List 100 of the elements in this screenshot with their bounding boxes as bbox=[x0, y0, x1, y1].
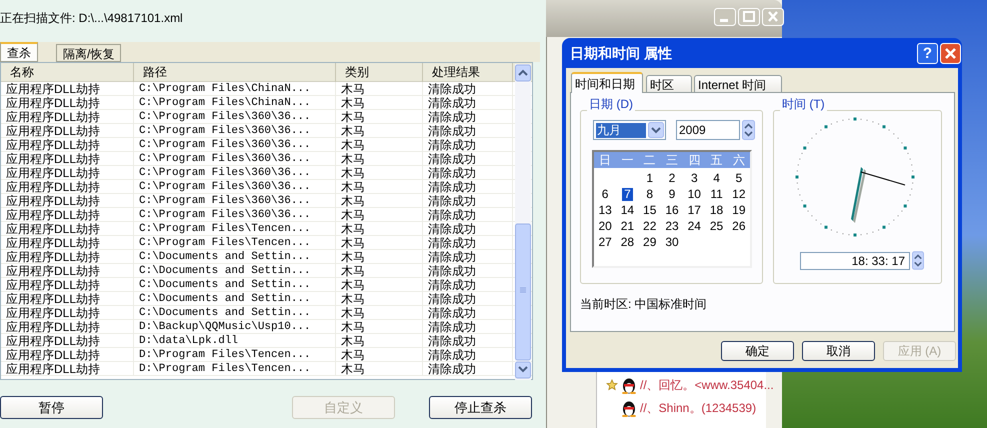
calendar-day[interactable]: 9 bbox=[666, 188, 678, 200]
calendar-day[interactable]: 28 bbox=[618, 236, 636, 248]
weekday-label: 二 bbox=[642, 152, 657, 168]
table-cell: D:\Backup\QQMusic\Usp10... bbox=[134, 320, 336, 334]
spinner-icon bbox=[742, 120, 755, 140]
tab[interactable]: Internet 时间 bbox=[694, 75, 782, 93]
table-cell: D:\Program Files\Tencen... bbox=[134, 348, 336, 362]
table-cell: 木马 bbox=[336, 208, 423, 222]
dialog-button[interactable]: 取消 bbox=[802, 341, 875, 361]
calendar-day[interactable]: 23 bbox=[663, 220, 681, 232]
table-cell: 清除成功 bbox=[423, 334, 513, 348]
calendar-day[interactable]: 10 bbox=[686, 188, 703, 200]
table-cell: 清除成功 bbox=[423, 348, 513, 362]
weekday-label: 一 bbox=[620, 152, 634, 168]
table-cell: 应用程序DLL劫持 bbox=[1, 348, 134, 362]
tab[interactable]: 查杀 bbox=[0, 42, 38, 62]
calendar-day[interactable]: 18 bbox=[708, 204, 726, 216]
time-field[interactable]: 18: 33: 17 bbox=[800, 252, 910, 270]
action-button[interactable]: 停止查杀 bbox=[429, 396, 532, 419]
tab[interactable]: 时区 bbox=[646, 75, 692, 93]
close-icon[interactable] bbox=[762, 8, 784, 26]
minimize-icon[interactable] bbox=[714, 8, 736, 26]
table-cell: 木马 bbox=[336, 348, 423, 362]
year-field[interactable]: 2009 bbox=[676, 120, 740, 140]
table-cell: 木马 bbox=[336, 194, 423, 208]
table-cell: 木马 bbox=[336, 166, 423, 180]
table-cell: C:\Documents and Settin... bbox=[134, 306, 336, 320]
calendar-day[interactable]: 24 bbox=[686, 220, 703, 232]
help-button[interactable]: ? bbox=[917, 43, 938, 64]
table-cell: 木马 bbox=[336, 152, 423, 166]
calendar-day[interactable]: 29 bbox=[641, 236, 658, 248]
table-cell: 清除成功 bbox=[423, 236, 513, 250]
table-cell: C:\Program Files\360\36... bbox=[134, 180, 336, 194]
tab[interactable]: 时间和日期 bbox=[571, 72, 643, 93]
table-cell: 清除成功 bbox=[423, 82, 513, 96]
table-cell: C:\Program Files\ChinaN... bbox=[134, 96, 336, 110]
calendar-day[interactable]: 30 bbox=[663, 236, 681, 248]
close-icon[interactable] bbox=[940, 43, 961, 64]
table-cell: 清除成功 bbox=[423, 166, 513, 180]
calendar-day[interactable]: 25 bbox=[708, 220, 726, 232]
table-cell: 清除成功 bbox=[423, 96, 513, 110]
calendar-day[interactable]: 8 bbox=[644, 188, 656, 200]
calendar-day[interactable]: 1 bbox=[644, 172, 656, 184]
calendar-day[interactable]: 3 bbox=[688, 172, 700, 184]
calendar-day[interactable]: 17 bbox=[686, 204, 703, 216]
calendar-day[interactable]: 2 bbox=[666, 172, 678, 184]
table-cell: 木马 bbox=[336, 138, 423, 152]
table-cell: 木马 bbox=[336, 124, 423, 138]
table-cell: D:\data\Lpk.dll bbox=[134, 334, 336, 348]
calendar-day[interactable]: 12 bbox=[730, 188, 748, 200]
weekday-label: 四 bbox=[687, 152, 702, 168]
table-cell: 清除成功 bbox=[423, 362, 513, 376]
table-cell: 木马 bbox=[336, 236, 423, 250]
calendar-day[interactable]: 20 bbox=[596, 220, 614, 232]
table-cell: 清除成功 bbox=[423, 124, 513, 138]
table-cell: 应用程序DLL劫持 bbox=[1, 138, 134, 152]
table-cell: C:\Program Files\360\36... bbox=[134, 152, 336, 166]
dialog-button[interactable]: 确定 bbox=[721, 341, 794, 361]
table-cell: C:\Documents and Settin... bbox=[134, 292, 336, 306]
table-cell: C:\Program Files\Tencen... bbox=[134, 236, 336, 250]
contact-name[interactable]: //、回忆。<www.35404... bbox=[640, 376, 774, 394]
table-cell: 应用程序DLL劫持 bbox=[1, 124, 134, 138]
table-cell: 应用程序DLL劫持 bbox=[1, 334, 134, 348]
calendar-day[interactable]: 19 bbox=[730, 204, 748, 216]
table-cell: D:\Program Files\Tencen... bbox=[134, 362, 336, 376]
column-header[interactable]: 处理结果 bbox=[423, 63, 513, 82]
table-cell: 木马 bbox=[336, 320, 423, 334]
calendar-day[interactable]: 26 bbox=[730, 220, 748, 232]
group-label: 日期 (D) bbox=[587, 95, 635, 113]
calendar-day[interactable]: 22 bbox=[641, 220, 658, 232]
calendar-day[interactable]: 5 bbox=[734, 172, 744, 184]
calendar-day[interactable]: 15 bbox=[641, 204, 658, 216]
calendar-day[interactable]: 6 bbox=[600, 188, 610, 200]
table-cell: 应用程序DLL劫持 bbox=[1, 208, 134, 222]
table-cell: 木马 bbox=[336, 180, 423, 194]
month-dropdown[interactable]: 九月 bbox=[593, 120, 666, 140]
table-cell: C:\Program Files\360\36... bbox=[134, 166, 336, 180]
calendar-day[interactable]: 11 bbox=[708, 188, 725, 200]
table-cell: 应用程序DLL劫持 bbox=[1, 194, 134, 208]
calendar-day[interactable]: 27 bbox=[596, 236, 614, 248]
calendar-day[interactable]: 4 bbox=[711, 172, 722, 184]
table-cell: 应用程序DLL劫持 bbox=[1, 264, 134, 278]
maximize-icon[interactable] bbox=[738, 8, 760, 26]
table-cell: 清除成功 bbox=[423, 222, 513, 236]
contact-name[interactable]: //、Shinn。(1234539) bbox=[640, 399, 756, 417]
table-cell: 木马 bbox=[336, 306, 423, 320]
column-header[interactable]: 名称 bbox=[1, 63, 134, 82]
calendar-day[interactable]: 13 bbox=[596, 204, 614, 216]
calendar-day[interactable]: 7 bbox=[622, 188, 633, 200]
calendar-day[interactable]: 14 bbox=[618, 204, 636, 216]
table-cell: 木马 bbox=[336, 222, 423, 236]
column-header[interactable]: 路径 bbox=[134, 63, 336, 82]
table-cell: 木马 bbox=[336, 362, 423, 376]
penguin-icon bbox=[621, 376, 637, 394]
table-cell: 应用程序DLL劫持 bbox=[1, 166, 134, 180]
calendar-day[interactable]: 21 bbox=[618, 220, 636, 232]
column-header[interactable]: 类别 bbox=[336, 63, 423, 82]
action-button[interactable]: 暂停 bbox=[0, 396, 103, 419]
calendar-day[interactable]: 16 bbox=[663, 204, 681, 216]
tab[interactable]: 隔离/恢复 bbox=[56, 44, 122, 62]
